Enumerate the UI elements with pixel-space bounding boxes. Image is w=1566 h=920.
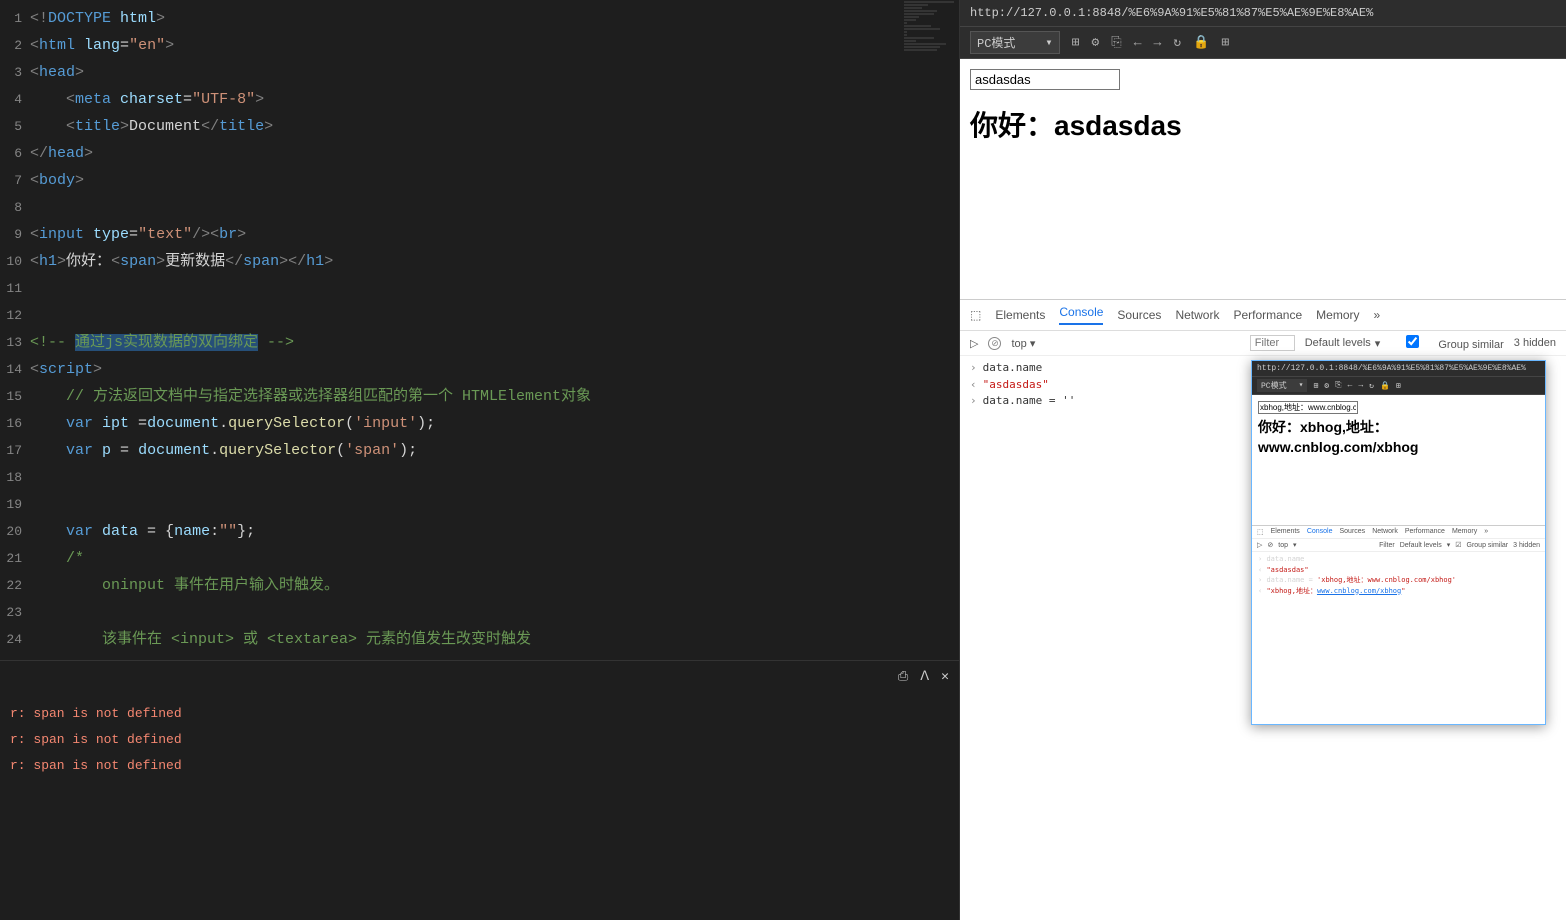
error-line: r: span is not defined: [10, 727, 949, 753]
devtools: ⬚ Elements Console Sources Network Perfo…: [960, 299, 1566, 920]
popup-url: http://127.0.0.1:8848/%E6%9A%91%E5%81%87…: [1252, 361, 1545, 377]
browser-column: http://127.0.0.1:8848/%E6%9A%91%E5%81%87…: [960, 0, 1566, 920]
reload-icon[interactable]: ↻: [1173, 35, 1181, 50]
device-mode-select[interactable]: PC模式▾: [970, 31, 1060, 54]
tab-sources[interactable]: Sources: [1117, 308, 1161, 322]
popup-console-output: › data.name ‹ "asdasdas" › data.name = '…: [1252, 552, 1545, 598]
tab-elements[interactable]: Elements: [995, 308, 1045, 322]
page-preview: 你好：asdasdas: [960, 59, 1566, 299]
new-window-icon[interactable]: ⊞: [1072, 35, 1080, 50]
heading: 你好：asdasdas: [970, 104, 1556, 144]
grid-icon[interactable]: ⊞: [1221, 35, 1229, 50]
url-bar[interactable]: http://127.0.0.1:8848/%E6%9A%91%E5%81%87…: [960, 0, 1566, 27]
error-line: r: span is not defined: [10, 701, 949, 727]
popup-mode-select[interactable]: PC模式▾: [1257, 379, 1307, 392]
lock-icon: 🔒: [1193, 35, 1209, 50]
tab-network[interactable]: Network: [1175, 308, 1219, 322]
terminal-close-icon[interactable]: ✕: [941, 669, 949, 684]
context-select[interactable]: top ▾: [1011, 337, 1035, 350]
filter-input[interactable]: [1250, 335, 1295, 351]
hidden-count: 3 hidden: [1514, 337, 1556, 349]
popup-text-input[interactable]: [1258, 401, 1358, 414]
editor-column: 123456789101112131415161718192021222324 …: [0, 0, 960, 920]
forward-icon[interactable]: →: [1154, 35, 1162, 50]
tab-performance[interactable]: Performance: [1233, 308, 1302, 322]
error-line: r: span is not defined: [10, 753, 949, 779]
settings-icon[interactable]: ⚙: [1091, 35, 1099, 50]
line-gutter: 123456789101112131415161718192021222324: [0, 0, 30, 660]
text-input[interactable]: [970, 69, 1120, 90]
minimap[interactable]: [899, 0, 959, 250]
preview-popup: http://127.0.0.1:8848/%E6%9A%91%E5%81%87…: [1251, 360, 1546, 725]
screenshot-icon[interactable]: ⎘: [1111, 35, 1121, 50]
back-icon[interactable]: ←: [1134, 35, 1142, 50]
tab-console[interactable]: Console: [1059, 305, 1103, 325]
popup-heading: 你好：xbhog,地址：www.cnblog.com/xbhog: [1258, 418, 1539, 457]
tab-more-icon[interactable]: »: [1374, 308, 1381, 322]
play-icon[interactable]: ▷: [970, 337, 978, 350]
inspector-icon[interactable]: ⬚: [970, 308, 981, 322]
code-content[interactable]: <!DOCTYPE html><html lang="en"><head> <m…: [30, 0, 959, 660]
tab-memory[interactable]: Memory: [1316, 308, 1359, 322]
clear-console-icon[interactable]: ⊘: [988, 337, 1001, 350]
terminal-output[interactable]: r: span is not defined r: span is not de…: [0, 661, 959, 789]
group-similar-checkbox[interactable]: Group similar: [1390, 335, 1503, 351]
terminal-export-icon[interactable]: ⎙: [898, 669, 908, 684]
terminal-collapse-icon[interactable]: ᐱ: [920, 669, 929, 684]
log-levels-select[interactable]: Default levels ▾: [1305, 337, 1381, 350]
terminal-panel: ⎙ ᐱ ✕ r: span is not defined r: span is …: [0, 660, 959, 920]
code-editor[interactable]: 123456789101112131415161718192021222324 …: [0, 0, 959, 660]
